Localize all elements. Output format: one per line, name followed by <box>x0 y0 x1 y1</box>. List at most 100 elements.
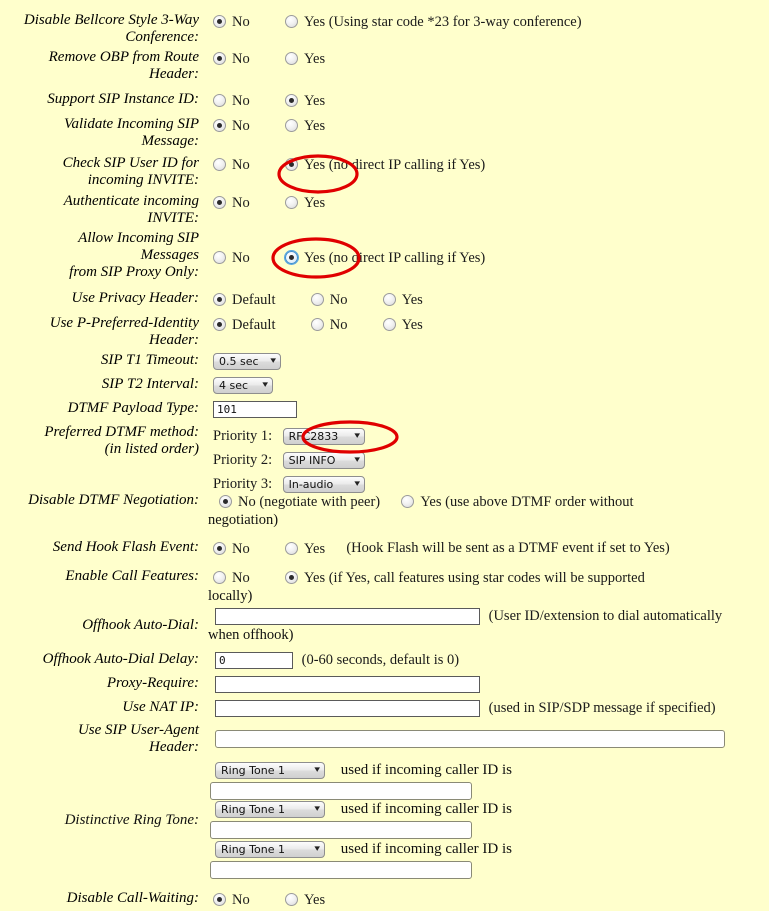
radio-label: Yes <box>303 891 326 908</box>
radio-ppi-yes[interactable]: Yes <box>382 316 423 334</box>
radio-auth-invite-yes[interactable]: Yes <box>284 194 325 212</box>
row-authenticate-incoming-invite: Authenticate incoming INVITE: No Yes <box>0 193 769 227</box>
input-offhook-auto-dial-delay[interactable]: 0 <box>215 652 293 670</box>
control-use-sip-user-agent-header <box>205 722 769 748</box>
radio-icon[interactable] <box>213 318 226 332</box>
radio-icon[interactable] <box>382 293 396 307</box>
select-dtmf-priority-3[interactable]: In-audio ▾ <box>282 476 365 494</box>
radio-instance-id-no[interactable]: No <box>213 92 250 110</box>
radio-allow-sip-msgs-yes[interactable]: Yes (no direct IP calling if Yes) <box>284 249 485 267</box>
radio-call-waiting-yes[interactable]: Yes <box>284 891 326 909</box>
input-proxy-require[interactable] <box>215 676 480 694</box>
input-dtmf-payload-type[interactable]: 101 <box>213 401 297 419</box>
radio-icon[interactable] <box>213 893 226 907</box>
radio-icon[interactable] <box>284 542 298 556</box>
radio-icon[interactable] <box>213 119 226 133</box>
radio-icon[interactable] <box>284 893 298 907</box>
radio-dtmf-neg-yes[interactable]: Yes (use above DTMF order without <box>401 493 634 511</box>
select-ring-tone-3[interactable]: Ring Tone 1 ▾ <box>215 841 325 859</box>
radio-label: Yes (no direct IP calling if Yes) <box>303 156 486 173</box>
row-use-p-preferred-identity: Use P-Preferred-Identity Header: Default… <box>0 315 769 349</box>
label-line: Offhook Auto-Dial: <box>82 617 199 633</box>
input-use-sip-user-agent-header[interactable] <box>215 729 725 748</box>
radio-call-waiting-no[interactable]: No <box>213 891 250 909</box>
radio-privacy-yes[interactable]: Yes <box>382 291 423 309</box>
radio-icon[interactable] <box>219 495 232 509</box>
select-ring-tone-2[interactable]: Ring Tone 1 ▾ <box>215 801 325 819</box>
select-ring-tone-1[interactable]: Ring Tone 1 ▾ <box>215 762 325 780</box>
radio-icon[interactable] <box>310 293 324 307</box>
radio-ppi-default[interactable]: Default <box>213 316 275 334</box>
radio-icon[interactable] <box>213 251 226 265</box>
radio-allow-sip-msgs-no[interactable]: No <box>213 249 250 267</box>
radio-icon[interactable] <box>401 495 415 509</box>
select-dtmf-priority-1[interactable]: RFC2833 ▾ <box>282 428 365 446</box>
input-ring-tone-caller-id-1[interactable] <box>210 782 472 800</box>
radio-call-features-no[interactable]: No <box>213 569 250 587</box>
radio-label: Yes <box>401 316 423 333</box>
radio-instance-id-yes[interactable]: Yes <box>284 92 325 110</box>
label-line: Remove OBP from Route <box>48 49 199 65</box>
radio-icon[interactable] <box>284 15 298 29</box>
radio-remove-obp-yes[interactable]: Yes <box>284 50 325 68</box>
radio-icon[interactable] <box>284 119 298 133</box>
radio-icon[interactable] <box>284 196 298 210</box>
radio-hook-flash-no[interactable]: No <box>213 540 250 558</box>
select-sip-t2-interval[interactable]: 4 sec ▾ <box>213 377 273 395</box>
radio-ppi-no[interactable]: No <box>310 316 347 334</box>
radio-icon[interactable] <box>213 571 226 585</box>
radio-call-features-yes[interactable]: Yes (if Yes, call features using star co… <box>284 569 645 587</box>
radio-icon[interactable] <box>284 571 298 585</box>
radio-icon[interactable] <box>213 293 226 307</box>
radio-validate-no[interactable]: No <box>213 117 250 135</box>
chevron-down-icon: ▾ <box>354 455 361 466</box>
radio-privacy-no[interactable]: No <box>310 291 347 309</box>
distinctive-ring-callerid-2-wrap <box>210 821 472 839</box>
select-dtmf-priority-2[interactable]: SIP INFO ▾ <box>282 452 365 470</box>
radio-check-userid-yes[interactable]: Yes (no direct IP calling if Yes) <box>284 156 486 174</box>
select-value: Ring Tone 1 <box>221 764 285 778</box>
radio-auth-invite-no[interactable]: No <box>213 194 250 212</box>
radio-icon[interactable] <box>213 15 226 29</box>
radio-icon[interactable] <box>284 158 298 172</box>
sip-settings-form: Disable Bellcore Style 3-Way Conference:… <box>0 0 769 911</box>
radio-check-userid-no[interactable]: No <box>213 156 250 174</box>
input-ring-tone-caller-id-3[interactable] <box>210 861 472 879</box>
radio-validate-yes[interactable]: Yes <box>284 117 325 135</box>
radio-icon[interactable] <box>213 542 226 556</box>
radio-label: Yes (if Yes, call features using star co… <box>303 569 645 586</box>
radio-privacy-default[interactable]: Default <box>213 291 275 309</box>
radio-icon[interactable] <box>213 158 226 172</box>
radio-dtmf-neg-no[interactable]: No (negotiate with peer) <box>219 493 380 511</box>
input-use-nat-ip[interactable] <box>215 700 480 718</box>
disable-dtmf-negotiation-wrap: negotiation) <box>208 512 279 528</box>
radio-label: No <box>232 117 250 134</box>
radio-icon[interactable] <box>284 52 298 66</box>
radio-label: No <box>232 13 250 30</box>
radio-bellcore-yes[interactable]: Yes (Using star code *23 for 3-way confe… <box>284 13 582 31</box>
row-disable-dtmf-negotiation: Disable DTMF Negotiation: No (negotiate … <box>0 492 769 511</box>
radio-remove-obp-no[interactable]: No <box>213 50 250 68</box>
radio-icon[interactable] <box>310 318 324 332</box>
radio-bellcore-no[interactable]: No <box>213 13 250 31</box>
label-line: Proxy-Require: <box>106 675 199 691</box>
label-line: Message: <box>141 133 199 149</box>
radio-hook-flash-yes[interactable]: Yes <box>284 540 325 558</box>
radio-icon[interactable] <box>382 318 396 332</box>
priority-2-label: Priority 2: <box>213 452 273 468</box>
label-authenticate-incoming-invite: Authenticate incoming INVITE: <box>0 193 205 227</box>
radio-icon[interactable] <box>284 251 298 265</box>
control-use-nat-ip: (used in SIP/SDP message if specified) <box>205 699 769 718</box>
radio-label: No <box>232 569 250 586</box>
radio-icon[interactable] <box>213 94 226 108</box>
input-ring-tone-caller-id-2[interactable] <box>210 821 472 839</box>
select-sip-t1-timeout[interactable]: 0.5 sec ▾ <box>213 353 281 371</box>
radio-icon[interactable] <box>213 52 226 66</box>
row-sip-t1-timeout: SIP T1 Timeout: 0.5 sec ▾ <box>0 352 769 371</box>
radio-icon[interactable] <box>284 94 298 108</box>
input-offhook-auto-dial[interactable] <box>215 608 480 626</box>
radio-icon[interactable] <box>213 196 226 210</box>
radio-label: No (negotiate with peer) <box>238 493 381 510</box>
radio-label: Yes (Using star code *23 for 3-way confe… <box>303 13 582 30</box>
distinctive-ring-entry-1: Ring Tone 1 ▾ used if incoming caller ID… <box>215 762 512 780</box>
